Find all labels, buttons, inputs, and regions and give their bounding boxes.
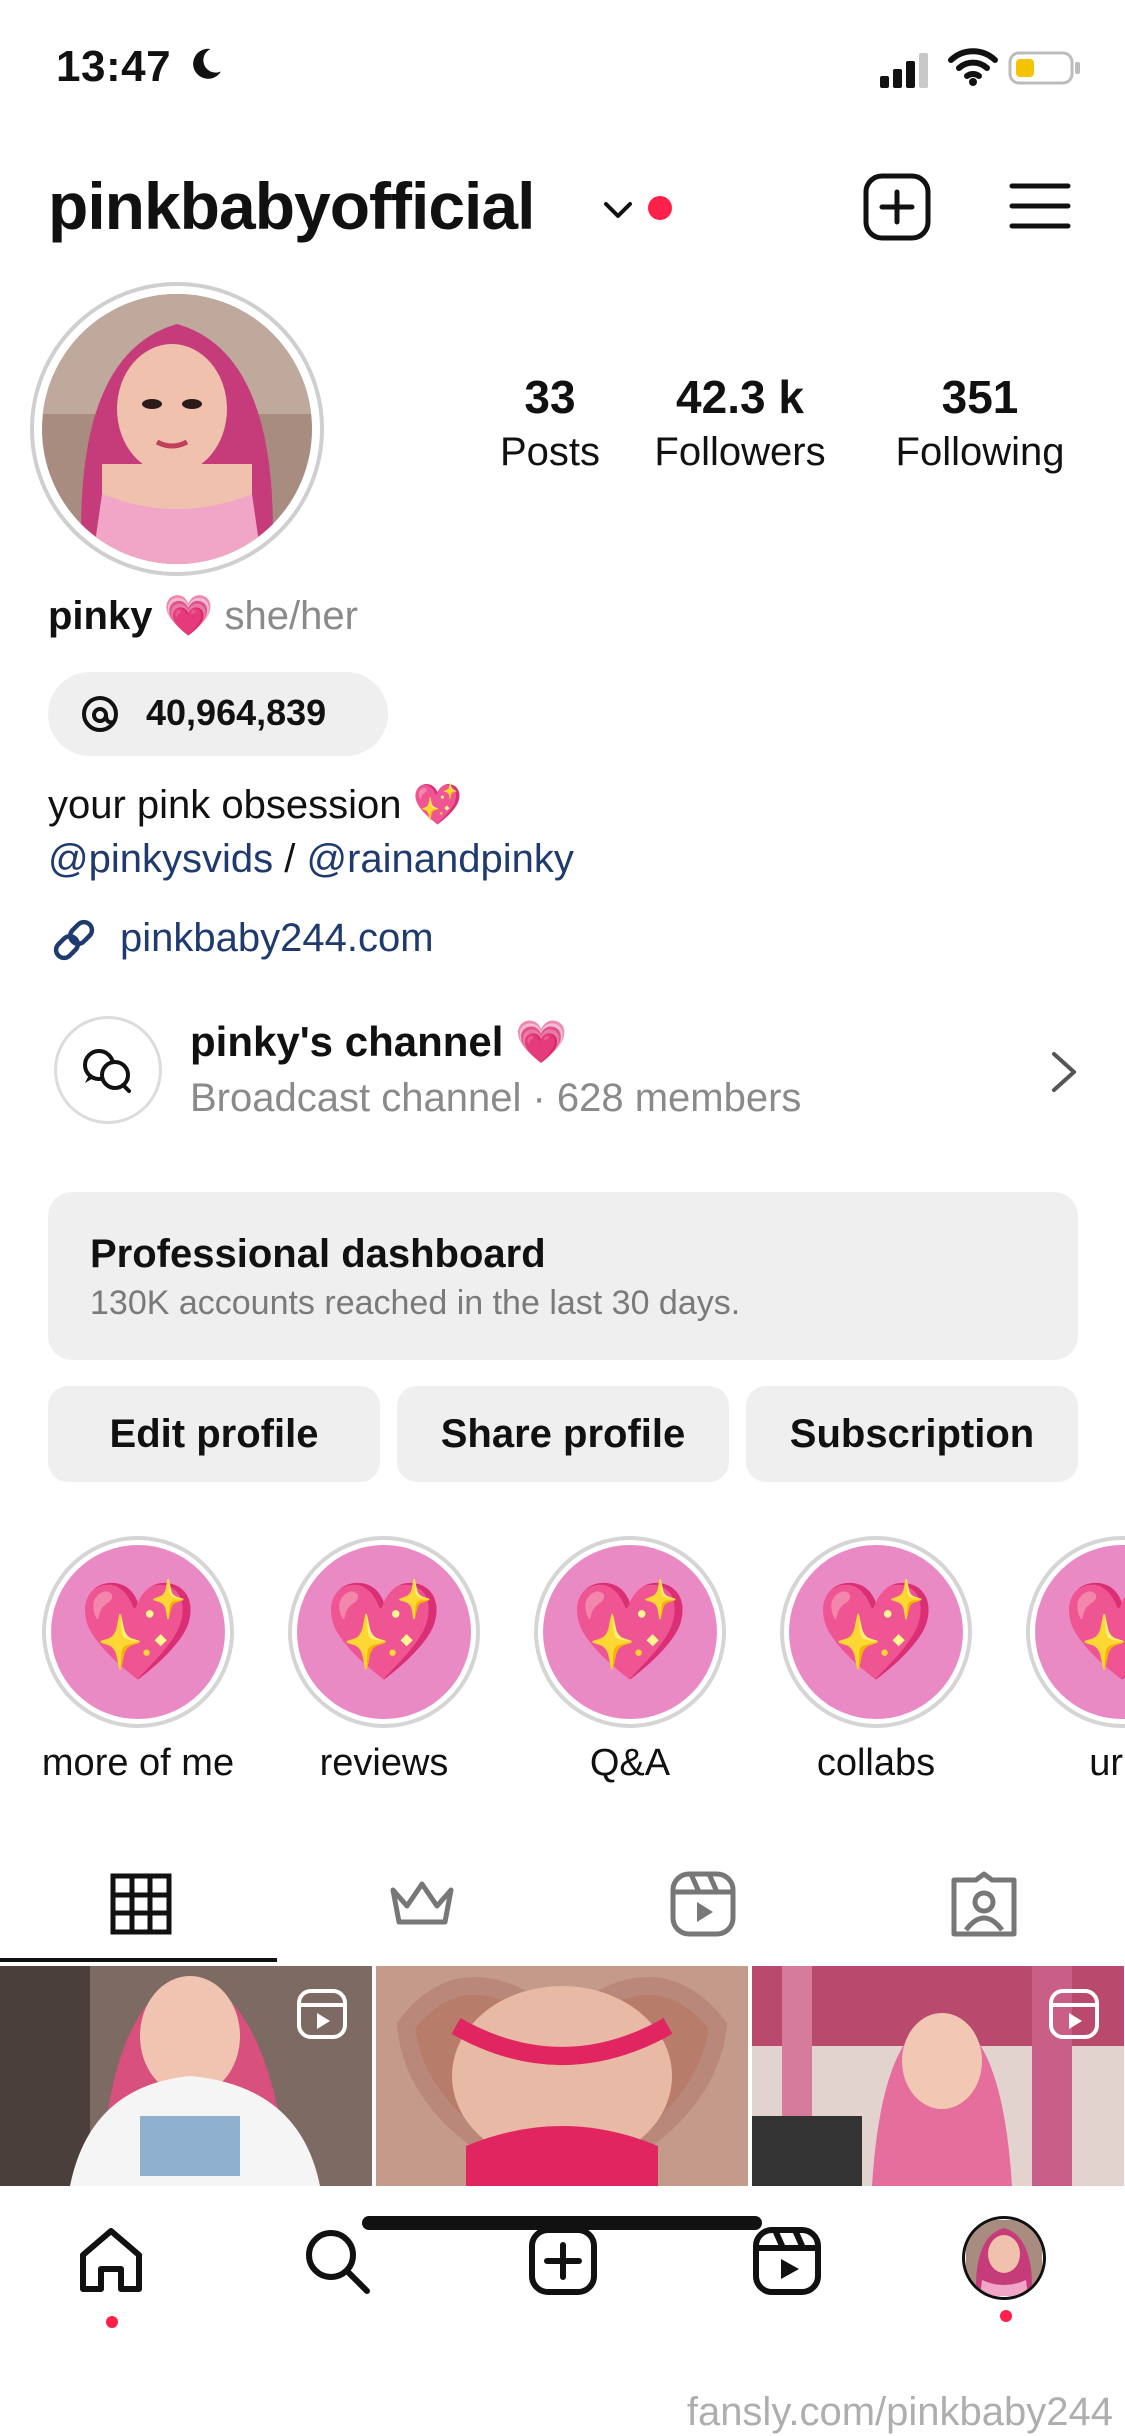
- watermark-text: fansly.com/pinkbaby244: [686, 2390, 1113, 2434]
- mention-separator: /: [273, 837, 307, 881]
- sparkling-heart-icon: 💖: [1035, 1545, 1125, 1719]
- status-time: 13:47: [56, 42, 172, 91]
- highlight-item[interactable]: 💖 ur a: [1022, 1536, 1125, 1785]
- highlight-ring: 💖: [1026, 1536, 1125, 1728]
- bio-mentions: @pinkysvids / @rainandpinky: [48, 832, 574, 886]
- status-bar: 13:47: [0, 0, 1125, 140]
- reel-badge-icon: [1049, 1989, 1099, 2039]
- profile-avatar[interactable]: [30, 282, 324, 576]
- display-name: pinky: [48, 594, 153, 638]
- link-icon: [53, 919, 95, 961]
- highlight-ring: 💖: [288, 1536, 480, 1728]
- username-switcher[interactable]: pinkbabyofficial: [48, 168, 535, 244]
- followers-label: Followers: [654, 430, 826, 474]
- nav-profile-avatar[interactable]: [962, 2216, 1046, 2300]
- highlight-item[interactable]: 💖 reviews: [284, 1536, 484, 1785]
- following-label: Following: [895, 430, 1065, 474]
- sparkling-heart-icon: 💖: [297, 1545, 471, 1719]
- highlight-label: more of me: [41, 1742, 235, 1784]
- home-indicator[interactable]: [362, 2216, 762, 2230]
- threads-icon: [82, 696, 118, 732]
- chevron-right-icon: [1052, 1052, 1076, 1092]
- highlight-ring: 💖: [534, 1536, 726, 1728]
- wifi-icon: [948, 48, 998, 86]
- nav-home[interactable]: [66, 2216, 156, 2306]
- edit-profile-button[interactable]: Edit profile: [48, 1386, 380, 1482]
- avatar-photo: [42, 294, 312, 564]
- highlight-ring: 💖: [42, 1536, 234, 1728]
- highlight-label: ur a: [1089, 1742, 1125, 1784]
- dashboard-title: Professional dashboard: [90, 1232, 546, 1276]
- notification-dot: [648, 196, 672, 220]
- tab-tagged[interactable]: [843, 1846, 1124, 1962]
- grid-post[interactable]: [0, 1966, 372, 2186]
- dashboard-subtitle: 130K accounts reached in the last 30 day…: [90, 1284, 741, 1322]
- create-plus-icon: [529, 2227, 597, 2295]
- display-name-row: pinky 💗 she/her: [48, 592, 358, 639]
- highlight-item[interactable]: 💖 Q&A: [530, 1536, 730, 1785]
- grid-icon: [110, 1873, 171, 1935]
- home-notification-dot: [106, 2316, 118, 2328]
- search-icon: [306, 2230, 370, 2294]
- highlight-label: reviews: [319, 1742, 449, 1784]
- professional-dashboard[interactable]: Professional dashboard 130K accounts rea…: [48, 1192, 1078, 1360]
- broadcast-chat-icon: [83, 1049, 131, 1093]
- create-plus-icon[interactable]: [862, 172, 932, 242]
- channel-avatar: [54, 1016, 162, 1124]
- grid-post[interactable]: [752, 1966, 1124, 2186]
- heart-emoji: 💗: [163, 594, 214, 638]
- tab-grid[interactable]: [0, 1846, 281, 1962]
- threads-badge[interactable]: 40,964,839: [48, 672, 388, 756]
- following-stat[interactable]: 351 Following: [860, 370, 1100, 475]
- highlight-label: Q&A: [589, 1742, 671, 1784]
- profile-action-buttons: Edit profile Share profile Subscription: [48, 1386, 1078, 1482]
- profile-stats: 33 Posts 42.3 k Followers 351 Following: [430, 370, 1090, 490]
- tab-reels[interactable]: [562, 1846, 843, 1962]
- followers-stat[interactable]: 42.3 k Followers: [620, 370, 860, 475]
- bio: your pink obsession 💖 @pinkysvids / @rai…: [48, 778, 574, 886]
- reel-badge-icon: [297, 1989, 347, 2039]
- reels-icon: [753, 2227, 821, 2295]
- tagged-person-icon: [951, 1871, 1016, 1937]
- posts-grid: [0, 1966, 1125, 2186]
- chevron-down-icon[interactable]: [598, 190, 638, 230]
- broadcast-channel[interactable]: pinky's channel 💗 Broadcast channel · 62…: [48, 1010, 1088, 1130]
- reels-icon: [670, 1871, 735, 1937]
- sparkling-heart-icon: 💖: [51, 1545, 225, 1719]
- channel-subtitle: Broadcast channel · 628 members: [190, 1076, 802, 1120]
- link-url[interactable]: pinkbaby244.com: [120, 916, 434, 961]
- crown-icon: [390, 1881, 453, 1925]
- mention-link[interactable]: @pinkysvids: [48, 837, 273, 881]
- profile-header: pinkbabyofficial: [0, 160, 1125, 260]
- bio-text: your pink obsession 💖: [48, 783, 463, 827]
- pronouns: she/her: [224, 594, 358, 638]
- sparkling-heart-icon: 💖: [543, 1545, 717, 1719]
- home-icon: [80, 2228, 142, 2292]
- profile-notification-dot: [1000, 2310, 1012, 2322]
- moon-icon: [193, 48, 221, 79]
- highlight-item[interactable]: 💖 collabs: [776, 1536, 976, 1785]
- highlight-label: collabs: [816, 1742, 936, 1784]
- story-highlights: 💖 more of me 💖 reviews 💖 Q&A 💖 collabs 💖…: [0, 1536, 1125, 1796]
- share-profile-button[interactable]: Share profile: [397, 1386, 729, 1482]
- sparkling-heart-icon: 💖: [789, 1545, 963, 1719]
- threads-number: 40,964,839: [146, 692, 327, 733]
- tab-subscriptions[interactable]: [281, 1846, 562, 1962]
- active-tab-indicator: [0, 1958, 277, 1962]
- following-count: 351: [941, 371, 1019, 423]
- subscription-button[interactable]: Subscription: [746, 1386, 1078, 1482]
- followers-count: 42.3 k: [676, 371, 804, 423]
- channel-title: pinky's channel 💗: [190, 1018, 568, 1065]
- cellular-signal-icon: [880, 53, 928, 88]
- highlight-item[interactable]: 💖 more of me: [38, 1536, 238, 1785]
- battery-icon: [1008, 51, 1080, 85]
- hamburger-menu-icon[interactable]: [1008, 174, 1072, 238]
- mention-link[interactable]: @rainandpinky: [306, 837, 573, 881]
- avatar: [966, 2220, 1042, 2296]
- highlight-ring: 💖: [780, 1536, 972, 1728]
- grid-post[interactable]: [376, 1966, 748, 2186]
- content-tabs: [0, 1846, 1125, 1962]
- post-thumbnail: [376, 1966, 748, 2186]
